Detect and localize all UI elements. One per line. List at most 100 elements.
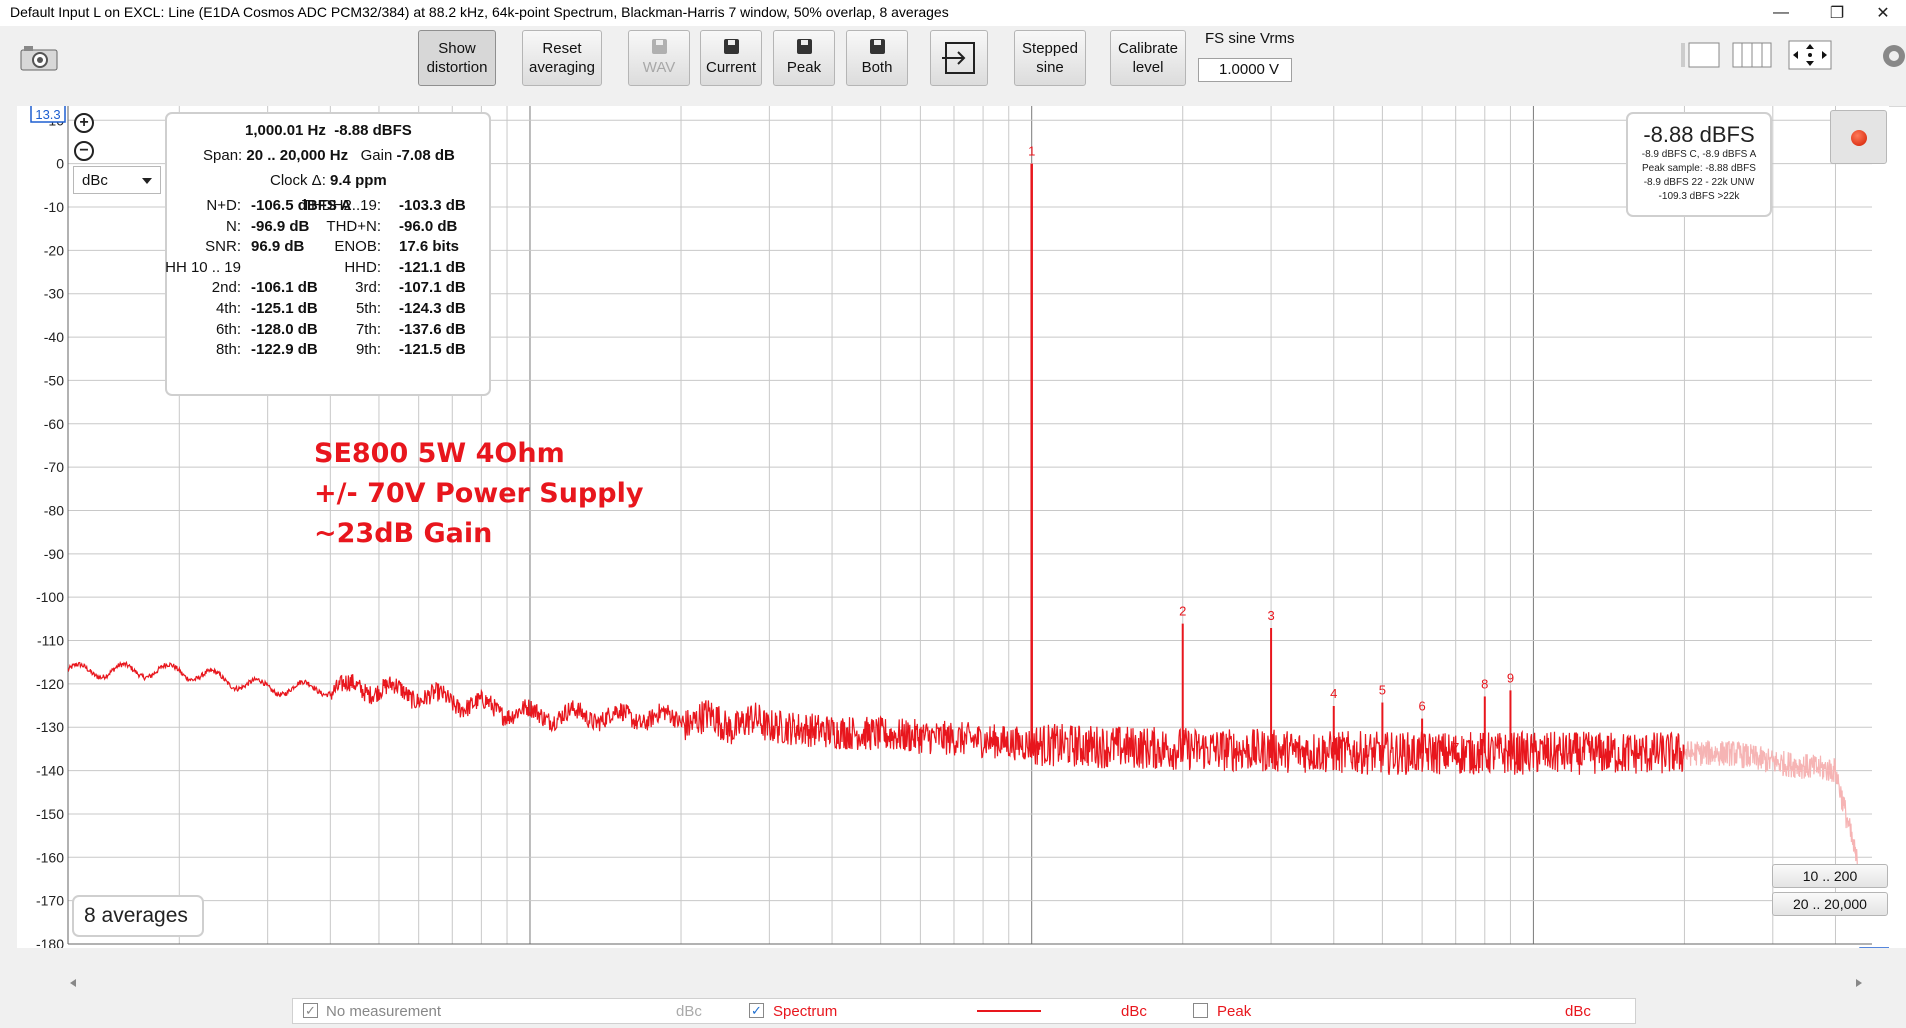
unit-select[interactable]: dBc — [73, 166, 161, 194]
y-tick-label: -110 — [37, 633, 64, 649]
reset-averaging-button[interactable]: Reset averaging — [522, 30, 602, 86]
camera-icon[interactable] — [20, 44, 60, 77]
metric-value: 96.9 dB — [251, 238, 305, 256]
reset-averaging-label-2: averaging — [529, 59, 595, 76]
y-tick-label: -70 — [44, 459, 64, 475]
save-icon — [651, 39, 667, 54]
metric-value: -103.3 dB — [399, 197, 466, 214]
metric-label: 3rd: — [355, 279, 381, 297]
wav-button[interactable]: WAV — [628, 30, 690, 86]
spectrum-unit: dBc — [1121, 1003, 1147, 1020]
y-tick-label: -80 — [44, 502, 64, 518]
metric-label: 2nd: — [211, 279, 241, 297]
maximize-button[interactable]: ❐ — [1814, 0, 1860, 26]
metric-label: 9th: — [355, 341, 381, 359]
fundamental-line: 1,000.01 Hz -8.88 dBFS — [245, 122, 412, 139]
no-measurement-checkbox[interactable]: ✓ — [303, 1003, 318, 1018]
peak-checkbox[interactable] — [1193, 1003, 1208, 1018]
save-icon — [869, 39, 885, 54]
export-icon — [942, 42, 975, 74]
harmonic-label: 9 — [1507, 670, 1514, 685]
export-button[interactable] — [930, 30, 988, 86]
harmonic-label: 1 — [1028, 144, 1035, 159]
metric-value: -128.0 dB — [251, 320, 318, 338]
spectrum-checkbox[interactable]: ✓ — [749, 1003, 764, 1018]
metric-value: -96.9 dB — [251, 217, 310, 235]
window-title: Default Input L on EXCL: Line (E1DA Cosm… — [10, 4, 949, 20]
minimize-button[interactable]: — — [1758, 0, 1804, 26]
metric-value: -107.1 dB — [399, 279, 466, 297]
y-max-label: 13.3 — [35, 107, 60, 122]
y-tick-label: 0 — [56, 156, 64, 172]
save-both-button[interactable]: Both — [846, 30, 908, 86]
metric-value: -122.9 dB — [251, 341, 318, 359]
current-label: Current — [705, 59, 757, 76]
fs-sine-input[interactable]: 1.0000 V — [1198, 58, 1292, 82]
fs-sine-label: FS sine Vrms — [1205, 30, 1295, 47]
toolbar: Show distortion Reset averaging WAV Curr… — [0, 26, 1906, 107]
y-tick-label: -100 — [36, 589, 64, 605]
zoom-out-icon[interactable]: − — [74, 141, 94, 161]
y-tick-label: -120 — [36, 676, 64, 692]
both-label: Both — [861, 59, 893, 76]
y-scrollbar[interactable] — [0, 106, 17, 948]
range-20-20000-button[interactable]: 20 .. 20,000 — [1772, 892, 1888, 916]
metric-label: SNR: — [205, 238, 241, 256]
y-tick-label: -90 — [44, 546, 64, 562]
level-sub-1: -8.9 dBFS C, -8.9 dBFS A — [1641, 149, 1757, 160]
calibrate-level-button[interactable]: Calibrate level — [1110, 30, 1186, 86]
y-tick-label: -60 — [44, 416, 64, 432]
layout-columns-icon[interactable] — [1732, 42, 1772, 73]
stepped-sine-button[interactable]: Stepped sine — [1014, 30, 1086, 86]
record-icon — [1851, 130, 1867, 146]
gain-value: -7.08 dB — [396, 147, 455, 164]
y-tick-label: -150 — [36, 806, 64, 822]
metric-label: HH 10 .. 19 — [165, 258, 241, 276]
y-tick-label: -170 — [36, 893, 64, 909]
harmonic-label: 8 — [1481, 676, 1488, 691]
span-label: Span: — [203, 147, 243, 164]
level-main: -8.88 dBFS — [1643, 122, 1755, 147]
level-panel: -8.88 dBFS -8.9 dBFS C, -8.9 dBFS A Peak… — [1626, 112, 1772, 217]
annotation-line-1: SE800 5W 4Ohm — [314, 438, 565, 469]
gear-icon[interactable] — [1880, 42, 1906, 75]
metric-label: THD+N: — [326, 217, 381, 235]
metric-label: HHD: — [344, 258, 381, 276]
save-icon — [796, 39, 812, 54]
harmonic-label: 2 — [1179, 604, 1186, 619]
metric-label: 8th: — [215, 341, 241, 359]
range-10-200-button[interactable]: 10 .. 200 — [1772, 864, 1888, 888]
close-button[interactable]: ✕ — [1860, 0, 1906, 26]
metric-value: -96.0 dB — [399, 217, 458, 235]
unit-select-value: dBc — [82, 172, 108, 189]
save-icon — [723, 39, 739, 54]
metric-value: -121.5 dB — [399, 341, 466, 359]
x-scrollbar[interactable] — [66, 976, 1866, 990]
distortion-panel: 1,000.01 Hz -8.88 dBFS Span: 20 .. 20,00… — [165, 112, 491, 396]
layout-single-icon[interactable] — [1680, 42, 1720, 73]
harmonic-label: 7 — [1452, 740, 1459, 755]
zoom-in-icon[interactable]: + — [74, 113, 94, 133]
record-button[interactable] — [1830, 110, 1887, 164]
calibrate-level-label-2: level — [1132, 59, 1164, 76]
y-tick-label: -30 — [44, 286, 64, 302]
metric-label: 7th: — [355, 320, 381, 338]
spectrum-legend-label: Spectrum — [773, 1003, 838, 1020]
averages-box: 8 averages — [72, 895, 204, 937]
annotation-line-2: +/- 70V Power Supply — [314, 478, 644, 509]
save-peak-button[interactable]: Peak — [773, 30, 835, 86]
legend-row: ✓ No measurement dBc ✓ Spectrum dBc Peak… — [292, 998, 1636, 1024]
save-current-button[interactable]: Current — [700, 30, 762, 86]
span-gain-line: Span: 20 .. 20,000 Hz Gain -7.08 dB — [203, 147, 455, 164]
stepped-sine-label-1: Stepped — [1022, 40, 1078, 57]
stepped-sine-label-2: sine — [1036, 59, 1064, 76]
y-tick-label: -40 — [44, 329, 64, 345]
calibrate-level-label-1: Calibrate — [1117, 40, 1179, 57]
y-tick-label: -50 — [44, 372, 64, 388]
title-bar: Default Input L on EXCL: Line (E1DA Cosm… — [0, 0, 1906, 26]
clock-label: Clock Δ: — [270, 172, 326, 189]
level-sub-4: -109.3 dBFS >22k — [1658, 191, 1740, 202]
show-distortion-button[interactable]: Show distortion — [418, 30, 496, 86]
fit-arrows-icon[interactable] — [1788, 40, 1832, 75]
harmonic-label: 4 — [1330, 686, 1337, 701]
